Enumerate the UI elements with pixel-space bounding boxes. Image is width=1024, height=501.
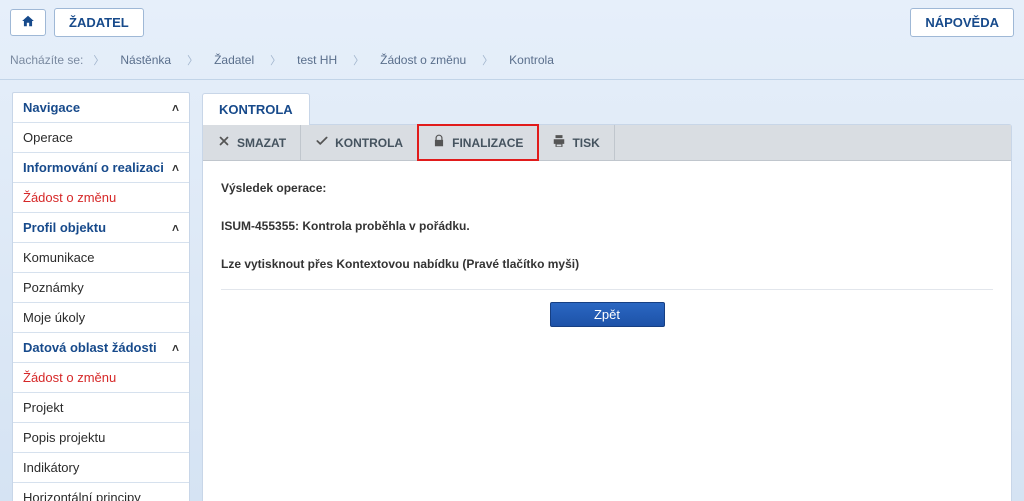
print-hint: Lze vytisknout přes Kontextovou nabídku … [221,257,993,271]
zadatel-button[interactable]: ŽADATEL [54,8,144,37]
sidebar-item-zadost-o-zmenu[interactable]: Žádost o změnu [13,183,189,213]
sidebar-item-indikatory[interactable]: Indikátory [13,453,189,483]
sidebar-item-label: Datová oblast žádosti [23,340,157,355]
x-icon [217,134,231,151]
breadcrumb-sep: 〉 [482,52,493,68]
breadcrumb-item-1[interactable]: Žadatel [204,51,264,69]
back-button[interactable]: Zpět [550,302,665,327]
tab-kontrola[interactable]: KONTROLA [202,93,310,125]
sidebar-item-label: Poznámky [23,280,84,295]
toolbar-finalizace-button[interactable]: FINALIZACE [418,125,538,160]
chevron-up-icon: ˄ [172,161,179,175]
toolbar-label: TISK [572,136,599,150]
sidebar-item-zadost-o-zmenu-2[interactable]: Žádost o změnu [13,363,189,393]
sidebar-item-moje-ukoly[interactable]: Moje úkoly [13,303,189,333]
breadcrumb-item-3[interactable]: Žádost o změnu [370,51,476,69]
sidebar-item-horizontalni-principy[interactable]: Horizontální principy [13,483,189,501]
toolbar-kontrola-button[interactable]: KONTROLA [301,125,418,160]
result-text: ISUM-455355: Kontrola proběhla v pořádku… [221,219,993,233]
sidebar-header-profil-objektu[interactable]: Profil objektu ˄ [13,213,189,243]
breadcrumb-label: Nacházíte se: [10,53,83,67]
sidebar-header-navigace[interactable]: Navigace ˄ [13,93,189,123]
sidebar-header-datova-oblast[interactable]: Datová oblast žádosti ˄ [13,333,189,363]
divider [221,289,993,290]
print-icon [552,134,566,151]
sidebar-item-popis-projektu[interactable]: Popis projektu [13,423,189,453]
sidebar-item-label: Horizontální principy [23,490,141,501]
lock-icon [432,134,446,151]
chevron-up-icon: ˄ [172,341,179,355]
sidebar-item-label: Komunikace [23,250,95,265]
breadcrumb-item-2[interactable]: test HH [287,51,347,69]
top-bar: ŽADATEL NÁPOVĚDA [0,0,1024,45]
sidebar-item-label: Žádost o změnu [23,370,116,385]
napoveda-button[interactable]: NÁPOVĚDA [910,8,1014,37]
chevron-up-icon: ˄ [172,221,179,235]
sidebar-item-label: Popis projektu [23,430,105,445]
sidebar-item-label: Informování o realizaci [23,160,164,175]
content: KONTROLA SMAZAT KONTROLA FINALIZACE [202,92,1012,501]
toolbar-smazat-button[interactable]: SMAZAT [203,125,301,160]
breadcrumb-sep: 〉 [93,52,104,68]
toolbar-label: KONTROLA [335,136,403,150]
panel-body: Výsledek operace: ISUM-455355: Kontrola … [203,161,1011,347]
breadcrumb-sep: 〉 [187,52,198,68]
check-icon [315,134,329,151]
sidebar-item-poznamky[interactable]: Poznámky [13,273,189,303]
home-icon [21,16,35,31]
toolbar-label: FINALIZACE [452,136,523,150]
breadcrumb-item-0[interactable]: Nástěnka [110,51,181,69]
breadcrumb-sep: 〉 [270,52,281,68]
sidebar: Navigace ˄ Operace Informování o realiza… [12,92,190,501]
sidebar-header-informovani[interactable]: Informování o realizaci ˄ [13,153,189,183]
sidebar-item-operace[interactable]: Operace [13,123,189,153]
toolbar-label: SMAZAT [237,136,286,150]
result-label: Výsledek operace: [221,181,993,195]
breadcrumb-sep: 〉 [353,52,364,68]
sidebar-item-label: Projekt [23,400,63,415]
breadcrumb-item-4[interactable]: Kontrola [499,51,564,69]
home-button[interactable] [10,9,46,36]
sidebar-item-label: Operace [23,130,73,145]
sidebar-item-label: Navigace [23,100,80,115]
sidebar-item-label: Moje úkoly [23,310,85,325]
sidebar-item-label: Indikátory [23,460,79,475]
breadcrumb: Nacházíte se: 〉 Nástěnka 〉 Žadatel 〉 tes… [0,45,1024,80]
tabs: KONTROLA [202,92,1012,124]
toolbar-tisk-button[interactable]: TISK [538,125,614,160]
sidebar-item-projekt[interactable]: Projekt [13,393,189,423]
sidebar-item-label: Profil objektu [23,220,106,235]
sidebar-item-label: Žádost o změnu [23,190,116,205]
chevron-up-icon: ˄ [172,101,179,115]
toolbar: SMAZAT KONTROLA FINALIZACE TISK [203,125,1011,161]
sidebar-item-komunikace[interactable]: Komunikace [13,243,189,273]
panel: SMAZAT KONTROLA FINALIZACE TISK [202,124,1012,501]
